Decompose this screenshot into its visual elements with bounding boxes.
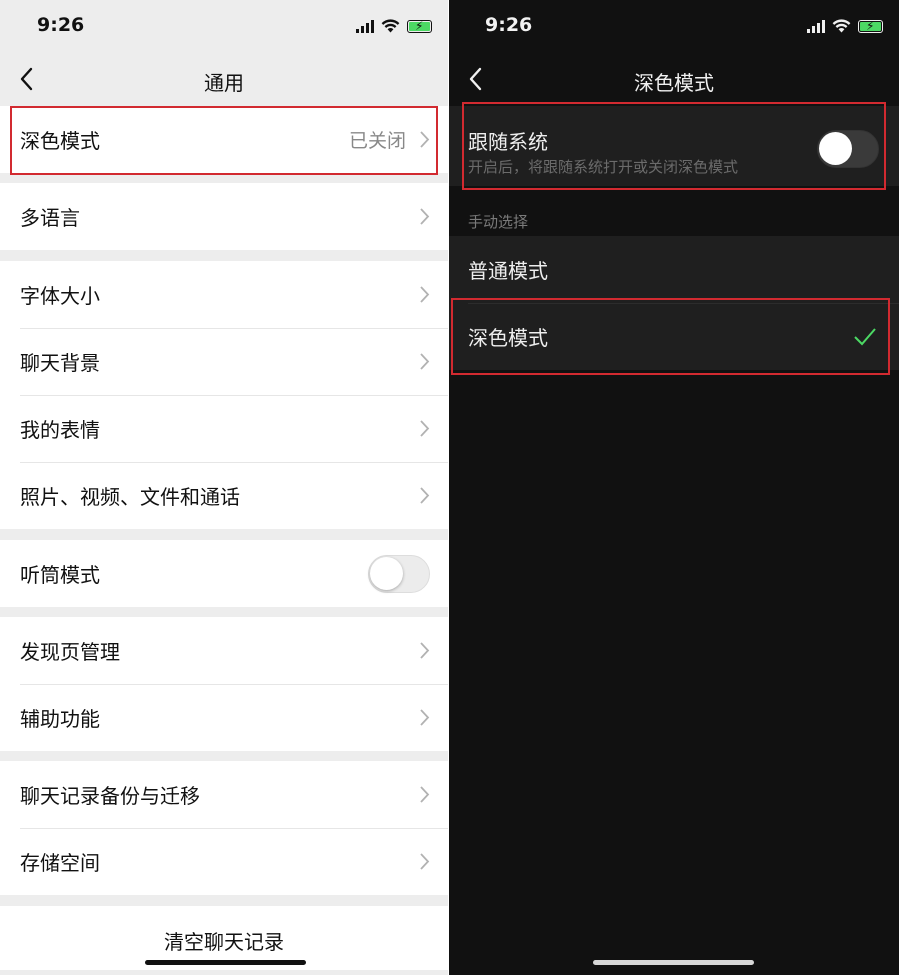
option-label: 普通模式 bbox=[468, 259, 548, 283]
chevron-right-icon bbox=[420, 131, 430, 148]
settings-group-storage: 聊天记录备份与迁移 存储空间 bbox=[0, 761, 448, 895]
row-label: 深色模式 bbox=[20, 129, 100, 153]
row-value: 已关闭 bbox=[348, 130, 406, 152]
follow-system-description: 开启后，将跟随系统打开或关闭深色模式 bbox=[468, 158, 739, 176]
row-label: 聊天背景 bbox=[20, 351, 100, 375]
chevron-right-icon bbox=[420, 208, 430, 225]
section-header-manual: 手动选择 bbox=[468, 213, 529, 231]
row-label: 聊天记录备份与迁移 bbox=[20, 784, 200, 808]
settings-row-media-files-calls[interactable]: 照片、视频、文件和通话 bbox=[0, 462, 448, 529]
battery-icon: ⚡ bbox=[407, 19, 432, 33]
chevron-right-icon bbox=[420, 786, 430, 803]
row-label: 辅助功能 bbox=[20, 707, 100, 731]
status-time: 9:26 bbox=[37, 14, 85, 36]
settings-row-discover-management[interactable]: 发现页管理 bbox=[0, 617, 448, 684]
status-bar: 9:26 ⚡ bbox=[0, 0, 448, 52]
nav-bar: 深色模式 bbox=[449, 52, 899, 106]
signal-icon bbox=[356, 19, 374, 33]
toggle-knob bbox=[370, 557, 403, 590]
status-bar: 9:26 ⚡ bbox=[449, 0, 899, 52]
checkmark-icon bbox=[854, 328, 876, 346]
settings-row-chat-backup[interactable]: 聊天记录备份与迁移 bbox=[0, 761, 448, 828]
mode-options-group: 普通模式 深色模式 bbox=[449, 236, 899, 370]
nav-bar: 通用 bbox=[0, 52, 448, 106]
earpiece-mode-toggle[interactable] bbox=[368, 555, 430, 593]
row-label: 字体大小 bbox=[20, 284, 100, 308]
row-label: 我的表情 bbox=[20, 418, 100, 442]
general-settings-screen: 9:26 ⚡ 通用 深色模式 已关闭 多语言 字体大小 聊天背景 我的表情 照片… bbox=[0, 0, 448, 975]
settings-row-storage[interactable]: 存储空间 bbox=[0, 828, 448, 895]
settings-row-earpiece-mode: 听筒模式 bbox=[0, 540, 448, 607]
page-title: 深色模式 bbox=[634, 71, 714, 95]
clear-chat-history-button[interactable]: 清空聊天记录 bbox=[0, 926, 448, 955]
settings-group-display: 字体大小 聊天背景 我的表情 照片、视频、文件和通话 bbox=[0, 261, 448, 529]
settings-group-earpiece: 听筒模式 bbox=[0, 540, 448, 607]
status-icons: ⚡ bbox=[807, 18, 883, 34]
settings-row-accessibility[interactable]: 辅助功能 bbox=[0, 684, 448, 751]
chevron-right-icon bbox=[420, 709, 430, 726]
status-time: 9:26 bbox=[485, 14, 533, 36]
option-label: 深色模式 bbox=[468, 326, 548, 350]
row-label: 照片、视频、文件和通话 bbox=[20, 485, 240, 509]
signal-icon bbox=[807, 19, 825, 33]
row-label: 发现页管理 bbox=[20, 640, 120, 664]
home-indicator[interactable] bbox=[593, 960, 754, 965]
settings-row-language[interactable]: 多语言 bbox=[0, 183, 448, 250]
chevron-right-icon bbox=[420, 642, 430, 659]
follow-system-toggle[interactable] bbox=[817, 130, 879, 168]
toggle-knob bbox=[819, 132, 852, 165]
option-dark-mode[interactable]: 深色模式 bbox=[449, 303, 899, 370]
battery-icon: ⚡ bbox=[858, 19, 883, 33]
status-icons: ⚡ bbox=[356, 18, 432, 34]
row-label: 听筒模式 bbox=[20, 563, 100, 587]
follow-system-row: 跟随系统 开启后，将跟随系统打开或关闭深色模式 bbox=[449, 106, 899, 186]
dark-mode-screen: 9:26 ⚡ 深色模式 跟随系统 开启后，将跟随系统打开或关闭深色模式 手动选择… bbox=[449, 0, 899, 975]
chevron-right-icon bbox=[420, 420, 430, 437]
follow-system-label: 跟随系统 bbox=[468, 130, 548, 154]
page-title: 通用 bbox=[204, 71, 244, 95]
wifi-icon bbox=[832, 19, 851, 33]
settings-group-discover: 发现页管理 辅助功能 bbox=[0, 617, 448, 751]
chevron-right-icon bbox=[420, 853, 430, 870]
home-indicator[interactable] bbox=[145, 960, 306, 965]
wifi-icon bbox=[381, 19, 400, 33]
settings-row-my-stickers[interactable]: 我的表情 bbox=[0, 395, 448, 462]
settings-group-language: 多语言 bbox=[0, 183, 448, 250]
option-normal-mode[interactable]: 普通模式 bbox=[449, 236, 899, 303]
settings-group-dark-mode: 深色模式 已关闭 bbox=[0, 106, 448, 173]
chevron-right-icon bbox=[420, 487, 430, 504]
settings-row-font-size[interactable]: 字体大小 bbox=[0, 261, 448, 328]
row-label: 多语言 bbox=[20, 206, 80, 230]
settings-row-dark-mode[interactable]: 深色模式 已关闭 bbox=[0, 106, 448, 173]
chevron-right-icon bbox=[420, 286, 430, 303]
row-label: 存储空间 bbox=[20, 851, 100, 875]
chevron-right-icon bbox=[420, 353, 430, 370]
settings-row-chat-background[interactable]: 聊天背景 bbox=[0, 328, 448, 395]
